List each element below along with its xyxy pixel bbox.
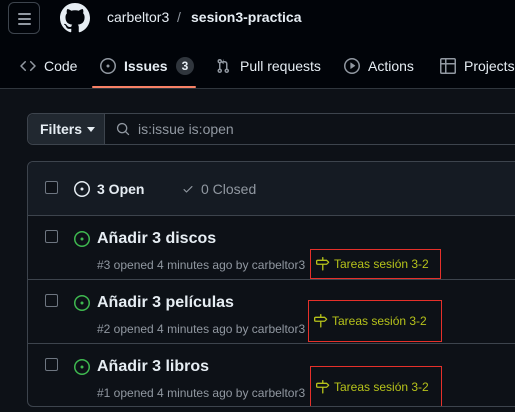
tab-code-label: Code [44,58,78,74]
menu-line-icon [18,13,31,15]
milestone-link[interactable]: Tareas sesión 3-2 [310,249,441,279]
tab-actions-label: Actions [368,58,414,74]
tab-actions[interactable]: Actions [344,56,414,76]
issue-title-link[interactable]: Añadir 3 películas [97,294,234,312]
issues-list-header: 3 Open 0 Closed [28,162,515,216]
issue-checkbox[interactable] [45,230,58,243]
closed-issues-filter[interactable]: 0 Closed [182,181,256,197]
github-logo-icon[interactable] [60,3,90,33]
issues-list: 3 Open 0 Closed Añadir 3 discos #3 opene… [27,161,515,407]
issue-title-link[interactable]: Añadir 3 libros [97,358,209,376]
breadcrumb-separator: / [177,9,181,25]
issue-checkbox[interactable] [45,294,58,307]
breadcrumb-owner-link[interactable]: carbeltor3 [107,9,169,25]
check-icon [183,186,193,193]
issue-row[interactable]: Añadir 3 libros #1 opened 4 minutes ago … [28,344,515,406]
milestone-link[interactable]: Tareas sesión 3-2 [308,300,442,342]
issue-opened-icon [74,359,90,375]
milestone-icon [316,257,330,271]
git-pull-request-icon [217,58,229,74]
milestone-label: Tareas sesión 3-2 [334,380,429,394]
issue-row[interactable]: Añadir 3 discos #3 opened 4 minutes ago … [28,216,515,280]
tab-pull-requests-label: Pull requests [240,58,321,74]
select-all-checkbox[interactable] [45,181,58,194]
triangle-down-icon [87,127,95,132]
tab-pull-requests[interactable]: Pull requests [216,56,321,76]
issue-row[interactable]: Añadir 3 películas #2 opened 4 minutes a… [28,280,515,344]
table-icon [440,58,456,74]
issue-title-link[interactable]: Añadir 3 discos [97,230,216,248]
milestone-icon [316,380,330,394]
play-icon [344,58,360,74]
breadcrumb-repo-link[interactable]: sesion3-practica [191,9,302,25]
selected-tab-indicator [92,86,196,88]
issue-meta: #2 opened 4 minutes ago by carbeltor3 [97,322,306,336]
tab-issues[interactable]: Issues 3 [100,56,195,76]
issue-opened-icon [100,58,116,74]
milestone-link[interactable]: Tareas sesión 3-2 [310,366,442,406]
tab-projects[interactable]: Projects [440,56,515,76]
search-icon [116,122,130,136]
tab-issues-label: Issues [124,58,168,74]
issue-opened-icon [74,295,90,311]
top-bar: carbeltor3 / sesion3-practica Code Issue… [0,0,515,89]
hamburger-menu-button[interactable] [8,2,40,34]
open-issues-filter[interactable]: 3 Open [74,181,144,197]
filters-dropdown-button[interactable]: Filters [28,114,105,144]
milestone-icon [314,314,328,328]
tab-code[interactable]: Code [20,56,77,76]
tab-projects-label: Projects [464,58,515,74]
milestone-label: Tareas sesión 3-2 [334,257,429,271]
issue-search-input[interactable] [138,119,515,139]
menu-line-icon [18,23,31,25]
issue-opened-icon [74,231,90,247]
open-count-label: 3 Open [97,181,145,197]
issues-filter-bar: Filters [27,113,515,145]
issue-opened-icon [74,181,90,197]
filters-button-label: Filters [40,121,83,137]
issue-checkbox[interactable] [45,358,58,371]
milestone-label: Tareas sesión 3-2 [332,314,427,328]
issues-count-badge: 3 [175,57,195,75]
menu-line-icon [18,18,31,20]
issue-meta: #1 opened 4 minutes ago by carbeltor3 [97,386,306,400]
closed-count-label: 0 Closed [201,181,257,197]
issue-meta: #3 opened 4 minutes ago by carbeltor3 [97,258,306,272]
code-icon [20,60,36,72]
